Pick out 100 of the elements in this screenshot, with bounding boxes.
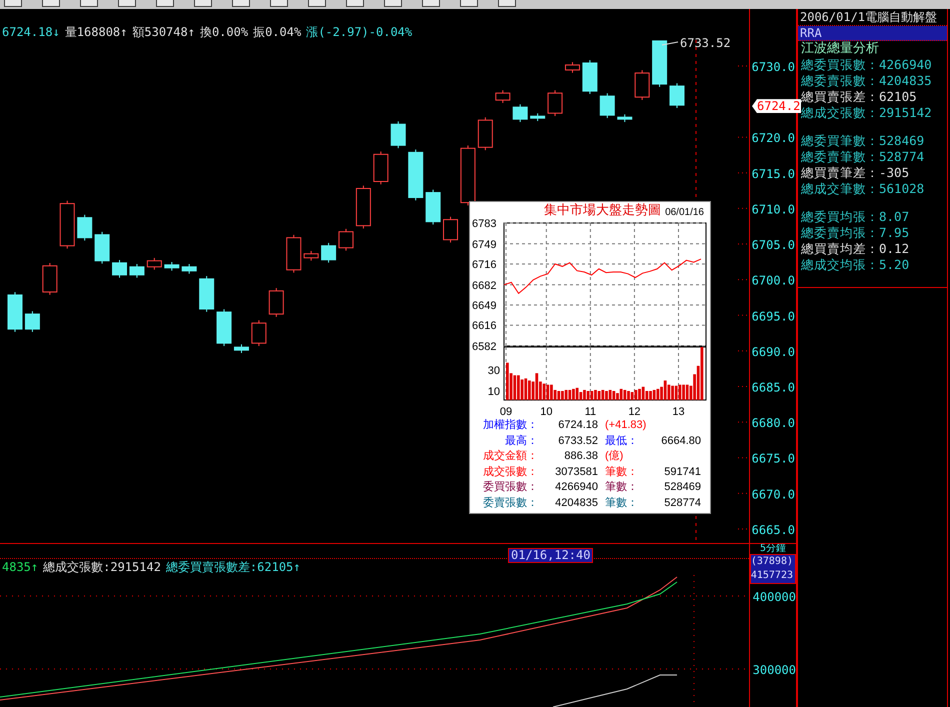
y-tick-label: 6783 [472,218,496,230]
stat-text: 6664.80 [660,434,701,448]
candle [443,216,458,244]
stat-line: 總成交均張：5.20 [801,257,910,273]
candle [373,151,388,185]
popup-date: 06/01/16 [665,206,704,219]
volume-value: 4157723 [750,569,794,583]
stat-text: 3073581 [554,464,598,480]
stat-text: 筆數： [604,464,639,480]
stat-text: 886.38 [563,449,598,464]
stat-text: 最高： [504,434,538,448]
price-tick-label: 6710.0 [752,202,795,216]
toolbar-icon[interactable] [384,0,402,7]
candle [512,104,528,123]
price-tick-label: 6715.0 [752,166,795,181]
y-tick-label: 10 [488,386,500,398]
quote-text: 4835↑ [2,560,38,574]
stat-text: 591741 [663,464,701,480]
candle [478,116,493,151]
toolbar-icon[interactable] [42,0,60,7]
candle [495,90,510,104]
stat-line: 總委賣筆數：528774 [801,149,926,165]
high-price-label: 6733.52 [680,36,731,50]
candle [199,276,214,312]
toolbar-icon[interactable] [460,0,478,7]
stat-text: 6733.52 [557,434,598,448]
candle [600,92,615,119]
toolbar-icon[interactable] [308,0,326,7]
toolbar-icon[interactable] [232,0,250,7]
volume-tick-label: 400000 [752,590,796,604]
y-tick-label: 6582 [472,341,496,353]
stat-text: 最低： [604,434,639,448]
quote-text: 總委買賣張數差:62105↑ [166,560,300,574]
candle [530,112,546,122]
stat-text: (億) [604,449,624,464]
candle [8,292,22,332]
toolbar-icon[interactable] [270,0,288,7]
x-tick-label: 11 [584,406,596,418]
candle [338,228,354,252]
price-tick-label: 6700.0 [752,274,795,288]
x-tick-label: 13 [672,406,685,418]
candle [164,262,180,272]
toolbar-icon[interactable] [194,0,212,7]
stat-line: 總成交張數：2915142 [801,105,933,121]
toolbar-icon[interactable] [80,0,98,7]
candle [652,40,668,88]
toolbar-icon[interactable] [346,0,364,7]
price-tick-label: 6720.0 [752,131,795,146]
stat-text: 委買張數： [482,480,538,495]
candle [112,260,128,278]
quote-text: 量168808↑ [64,25,128,39]
stat-text: 加權指數： [482,418,538,433]
selected-list-item[interactable]: RRA [798,26,947,41]
y-tick-label: 30 [488,365,500,378]
candle [408,149,424,201]
stat-line: 總委買均張：8.07 [801,209,910,225]
toolbar-icon[interactable] [422,0,440,7]
x-tick-label: 09 [500,406,512,418]
date-time-label: 01/16,12:40 [508,548,594,563]
toolbar-icon[interactable] [118,0,136,7]
candle [321,242,336,264]
candle [216,308,232,347]
candle [77,214,92,242]
candle [426,189,441,226]
popup-title: 集中市場大盤走勢圖 [544,203,662,219]
volume-tick-label: 300000 [752,663,796,677]
candle [617,114,632,123]
candle [268,288,284,318]
price-tick-label: 6685.0 [752,380,795,394]
x-tick-label: 10 [540,406,552,418]
y-tick-label: 6749 [472,238,496,251]
candle [129,263,144,278]
candle [146,257,162,270]
candle [286,234,302,274]
candle [251,320,266,347]
candle [182,263,197,274]
stat-line: 總委買筆數：528469 [801,133,926,149]
volume-value: (37898) [750,555,794,569]
toolbar-icon[interactable] [4,0,22,7]
quote-text: 額530748↑ [132,25,195,39]
y-tick-label: 6682 [472,280,496,292]
candle [548,90,563,117]
price-tick-label: 6670.0 [752,487,795,502]
stat-text: 4266940 [554,480,598,495]
stat-text: 委賣張數： [482,496,538,510]
stat-line: 總買賣張差：62105 [801,89,918,105]
stat-text: 筆數： [604,496,639,510]
candle [390,120,406,149]
toolbar-icon[interactable] [498,0,516,7]
stat-line: 總買賣筆差：-305 [801,165,910,181]
price-tick-label: 6690.0 [752,344,795,359]
quote-text: 6724.18↓ [2,25,60,39]
price-tick-label: 6730.0 [752,60,795,74]
toolbar-icon[interactable] [156,0,174,7]
candle [670,82,684,108]
price-tick-label: 6705.0 [752,238,795,252]
stat-text: 528774 [663,496,701,510]
stat-line: 總委賣均張：7.95 [801,225,910,241]
quote-text: 換0.00% [200,25,248,39]
candle [564,62,580,74]
